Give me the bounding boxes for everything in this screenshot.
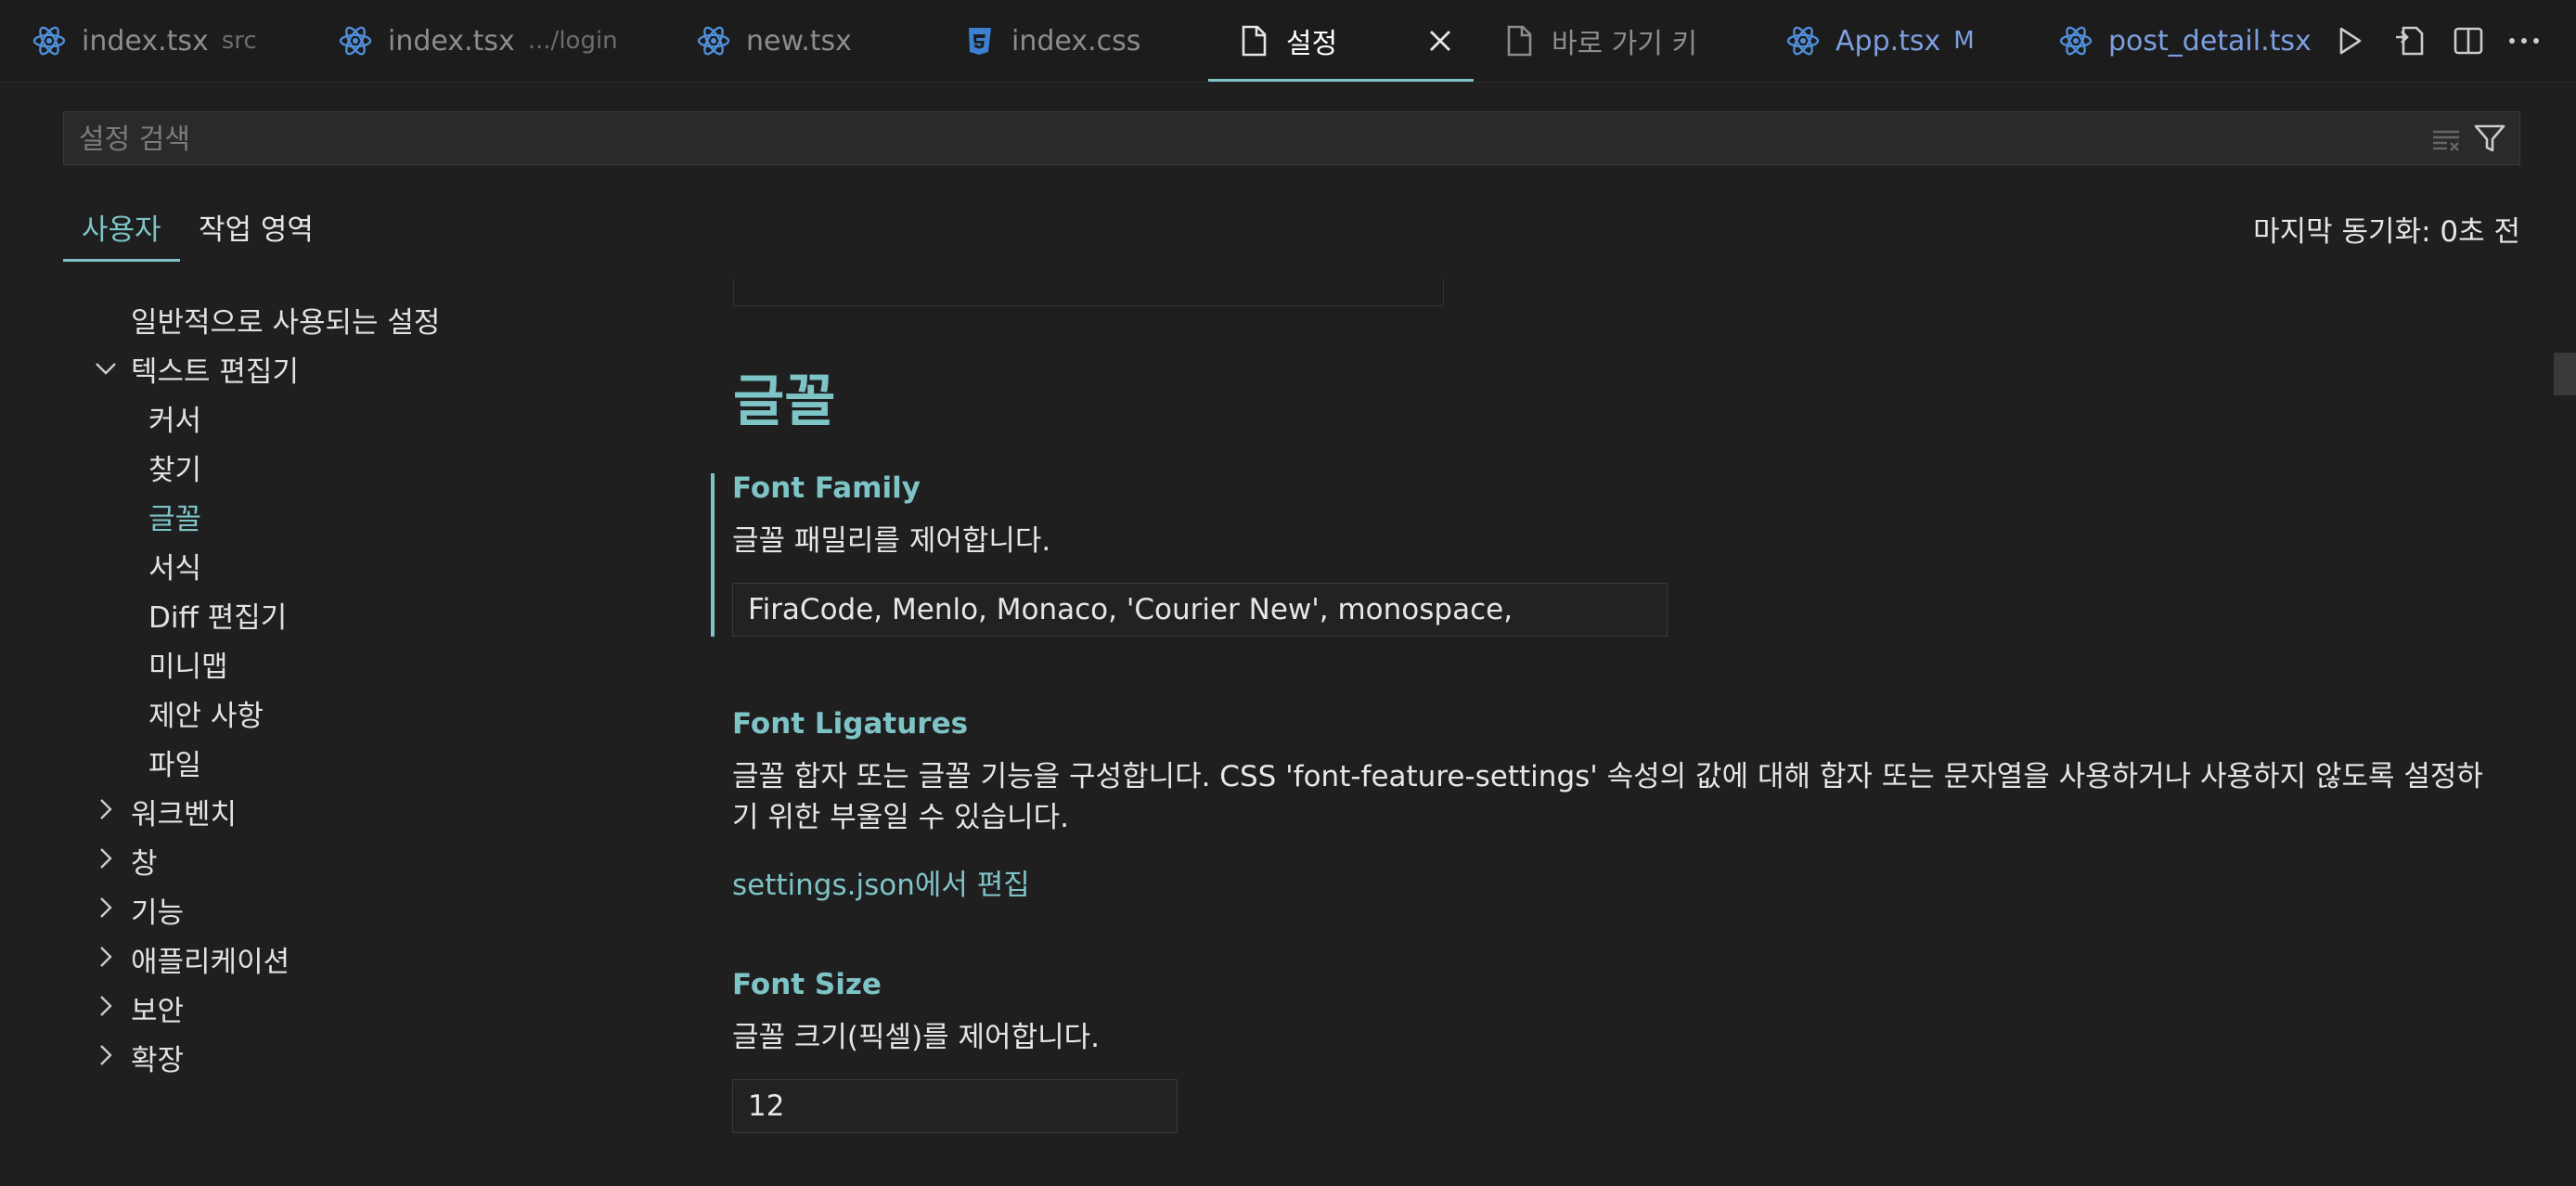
- font-size-input[interactable]: [732, 1079, 1178, 1133]
- toc-item-suggestions[interactable]: 제안 사항: [148, 692, 264, 734]
- tab-new-tsx[interactable]: new.tsx: [696, 0, 852, 82]
- toc-item-font[interactable]: 글꼴: [148, 496, 201, 537]
- tab-app-tsx[interactable]: App.tsx M: [1785, 0, 1975, 82]
- css-icon: [961, 23, 997, 58]
- edit-in-settings-json-link[interactable]: settings.json에서 편집: [732, 861, 1030, 903]
- chevron-right-icon[interactable]: [94, 945, 118, 969]
- scrollbar-thumb[interactable]: [2554, 353, 2576, 395]
- toc-item-find[interactable]: 찾기: [148, 446, 201, 488]
- toc-item-cursor[interactable]: 커서: [148, 397, 201, 439]
- tab-label: 설정: [1286, 28, 1338, 60]
- react-icon: [338, 23, 373, 58]
- font-family-input[interactable]: [732, 583, 1668, 637]
- tab-workspace-label: 작업 영역: [199, 213, 314, 247]
- tab-label: post_detail.tsx: [2108, 24, 2312, 58]
- setting-title-font-family: Font Family: [732, 471, 921, 505]
- more-actions-icon[interactable]: [2504, 20, 2544, 61]
- tab-label: index.css: [1011, 24, 1141, 58]
- chevron-right-icon[interactable]: [94, 896, 118, 920]
- tab-description: .../login: [527, 27, 618, 55]
- react-icon: [2058, 23, 2093, 58]
- tab-label: new.tsx: [746, 24, 852, 58]
- chevron-right-icon[interactable]: [94, 994, 118, 1018]
- setting-title-font-size: Font Size: [732, 968, 882, 1001]
- run-icon[interactable]: [2329, 20, 2370, 61]
- settings-search-box: [63, 111, 2520, 166]
- setting-desc-font-family: 글꼴 패밀리를 제어합니다.: [732, 524, 1051, 558]
- file-icon: [1501, 23, 1537, 58]
- tab-description: src: [221, 27, 257, 55]
- tab-index-css[interactable]: index.css: [961, 0, 1140, 82]
- react-icon: [1785, 23, 1821, 58]
- section-title: 글꼴: [733, 369, 836, 434]
- tab-workspace-settings[interactable]: 작업 영역: [199, 191, 314, 262]
- toc-item-features[interactable]: 기능: [131, 889, 184, 931]
- filter-icon[interactable]: [2473, 122, 2506, 155]
- chevron-right-icon[interactable]: [94, 1043, 118, 1067]
- toc-item-files[interactable]: 파일: [148, 741, 201, 783]
- toc-item-commonly-used[interactable]: 일반적으로 사용되는 설정: [131, 299, 440, 341]
- tab-post-detail-tsx[interactable]: post_detail.tsx: [2058, 0, 2314, 82]
- tab-label: App.tsx: [1835, 24, 1941, 58]
- close-icon[interactable]: [1420, 20, 1461, 61]
- react-icon: [32, 23, 67, 58]
- toc-item-formatting[interactable]: 서식: [148, 545, 201, 587]
- last-sync-status: 마지막 동기화: 0초 전: [2253, 215, 2520, 249]
- react-icon: [696, 23, 731, 58]
- tab-user-label: 사용자: [82, 213, 161, 247]
- editor-tab-bar: index.tsx src index.tsx .../login new.ts…: [0, 0, 2576, 83]
- toc-item-application[interactable]: 애플리케이션: [131, 938, 290, 980]
- chevron-right-icon[interactable]: [94, 797, 118, 821]
- tab-user-settings[interactable]: 사용자: [63, 191, 180, 262]
- clear-search-icon[interactable]: [2430, 123, 2462, 155]
- toc-item-text-editor[interactable]: 텍스트 편집기: [131, 348, 299, 390]
- setting-desc-font-ligatures-line1: 글꼴 합자 또는 글꼴 기능을 구성합니다. CSS 'font-feature…: [732, 760, 2483, 793]
- focused-setting-indicator: [711, 473, 715, 637]
- tab-index-tsx-login[interactable]: index.tsx .../login: [338, 0, 618, 82]
- toc-item-minimap[interactable]: 미니맵: [148, 643, 228, 685]
- file-icon: [1236, 23, 1271, 58]
- tab-keyboard-shortcuts[interactable]: 바로 가기 키: [1501, 0, 1697, 82]
- toc-item-window[interactable]: 창: [131, 840, 158, 882]
- toc-item-security[interactable]: 보안: [131, 987, 184, 1029]
- chevron-down-icon[interactable]: [94, 356, 118, 380]
- tab-label: index.tsx: [388, 24, 515, 58]
- toc-item-diff-editor[interactable]: Diff 편집기: [148, 594, 287, 636]
- setting-desc-font-ligatures-line2: 기 위한 부울일 수 있습니다.: [732, 801, 1069, 834]
- settings-search-input[interactable]: [77, 112, 2401, 166]
- previous-setting-input-edge: [733, 278, 1444, 306]
- setting-desc-font-size: 글꼴 크기(픽셀)를 제어합니다.: [732, 1021, 1100, 1054]
- tab-index-tsx-src[interactable]: index.tsx src: [32, 0, 257, 82]
- tab-settings[interactable]: 설정: [1208, 0, 1474, 82]
- modified-badge: M: [1953, 27, 1975, 55]
- chevron-right-icon[interactable]: [94, 846, 118, 870]
- open-settings-json-icon[interactable]: [2389, 20, 2429, 61]
- tab-label: index.tsx: [82, 24, 209, 58]
- setting-title-font-ligatures: Font Ligatures: [732, 707, 969, 741]
- tab-label: 바로 가기 키: [1552, 28, 1698, 60]
- split-editor-icon[interactable]: [2448, 20, 2489, 61]
- toc-item-workbench[interactable]: 워크벤치: [131, 791, 237, 832]
- toc-item-extensions[interactable]: 확장: [131, 1037, 184, 1078]
